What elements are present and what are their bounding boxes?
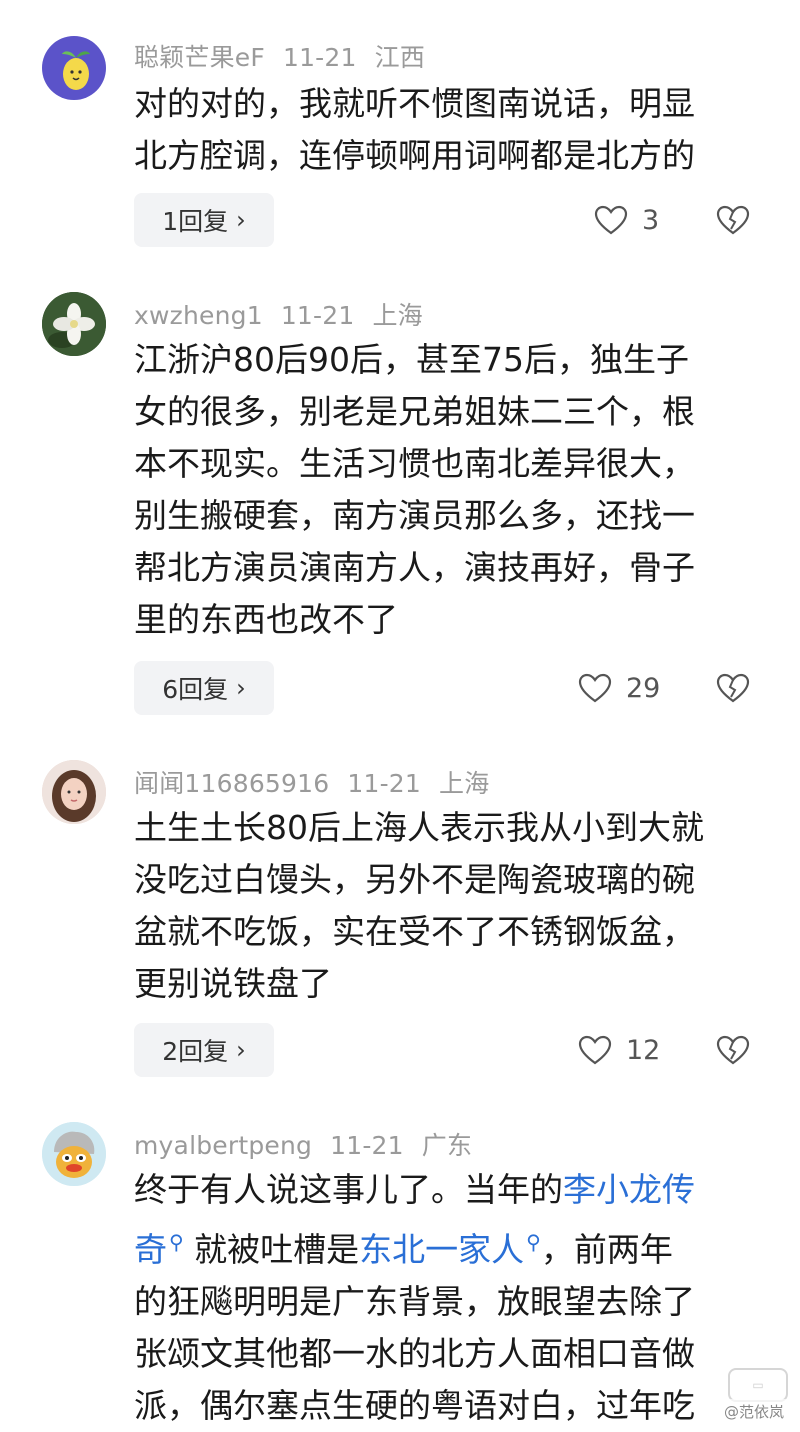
comment-line: 没吃过白馒头，另外不是陶瓷玻璃的碗 <box>134 860 695 899</box>
avatar[interactable] <box>42 292 106 356</box>
heart-icon <box>578 673 612 703</box>
comment-location: 上海 <box>372 301 423 330</box>
reply-button[interactable]: 6回复 › <box>134 661 274 715</box>
username[interactable]: myalbertpeng <box>134 1131 312 1160</box>
dislike-button[interactable] <box>716 193 750 247</box>
comment-location: 上海 <box>439 769 490 798</box>
like-button[interactable]: 29 <box>578 661 660 715</box>
reply-button[interactable]: 1回复 › <box>134 193 274 247</box>
like-count: 12 <box>626 1034 661 1066</box>
comment-line: 奇 ⚲ 就被吐槽是东北一家人 ⚲，前两年 <box>134 1216 764 1276</box>
avatar[interactable] <box>42 760 106 824</box>
username[interactable]: 聪颖芒果eF <box>134 43 265 72</box>
dislike-button[interactable] <box>716 1023 750 1077</box>
broken-heart-icon <box>716 1035 750 1065</box>
like-count: 29 <box>626 672 661 704</box>
comment-text-segment: 终于有人说这事儿了。当年的 <box>134 1170 563 1209</box>
comment-date: 11-21 <box>282 43 357 72</box>
comment-line: 对的对的，我就听不惯图南说话，明显 <box>134 84 695 123</box>
search-icon[interactable]: ⚲ <box>526 1230 541 1254</box>
heart-icon <box>594 205 628 235</box>
comment-line: 别生搬硬套，南方演员那么多，还找一 <box>134 496 695 535</box>
like-button[interactable]: 12 <box>578 1023 660 1077</box>
reply-count-label: 6回复 <box>162 675 229 704</box>
broken-heart-icon <box>716 673 750 703</box>
comment-line: 江浙沪80后90后，甚至75后，独生子 <box>134 340 689 379</box>
comment-text: 江浙沪80后90后，甚至75后，独生子 女的很多，别老是兄弟姐妹二三个，根 本不… <box>134 334 764 646</box>
heart-icon <box>578 1035 612 1065</box>
comment-meta: xwzheng1 11-21 上海 <box>134 296 441 332</box>
comment-text-segment: ，前两年 <box>540 1230 673 1269</box>
comment-date: 11-21 <box>330 1131 404 1160</box>
comment-location: 江西 <box>374 43 426 72</box>
search-link[interactable]: 李小龙传 <box>563 1170 695 1209</box>
comment-text-segment: 就被吐槽是 <box>194 1230 360 1269</box>
comment-meta: 闻闻116865916 11-21 上海 <box>134 764 507 800</box>
like-button[interactable]: 3 <box>594 193 659 247</box>
avatar[interactable] <box>42 36 106 100</box>
comment-line: 北方腔调，连停顿啊用词啊都是北方的 <box>134 136 695 175</box>
reply-button[interactable]: 2回复 › <box>134 1023 274 1077</box>
comment-location: 广东 <box>421 1131 473 1160</box>
comment-line: 女的很多，别老是兄弟姐妹二三个，根 <box>134 392 695 431</box>
comment-text: 终于有人说这事儿了。当年的李小龙传 奇 ⚲ 就被吐槽是东北一家人 ⚲，前两年 的狂飚… <box>134 1164 764 1432</box>
search-link[interactable]: 东北一家人 <box>359 1230 524 1269</box>
comment-line: 终于有人说这事儿了。当年的李小龙传 <box>134 1164 764 1216</box>
comment-meta: 聪颖芒果eF 11-21 江西 <box>134 38 443 74</box>
comment-line: 派，偶尔塞点生硬的粤语对白，过年吃 <box>134 1386 695 1425</box>
avatar[interactable] <box>42 1122 106 1186</box>
reply-count-label: 2回复 <box>162 1037 229 1066</box>
comment-date: 11-21 <box>347 769 422 798</box>
watermark-logo: ▭ <box>728 1368 788 1402</box>
chevron-right-icon: › <box>236 674 246 702</box>
chevron-right-icon: › <box>236 206 246 234</box>
dislike-button[interactable] <box>716 661 750 715</box>
chevron-right-icon: › <box>236 1036 246 1064</box>
username[interactable]: 闻闻116865916 <box>134 769 329 798</box>
comment-line: 更别说铁盘了 <box>134 964 332 1003</box>
comment-line: 的狂飚明明是广东背景，放眼望去除了 <box>134 1282 695 1321</box>
username[interactable]: xwzheng1 <box>134 301 263 330</box>
comment-text: 土生土长80后上海人表示我从小到大就 没吃过白馒头，另外不是陶瓷玻璃的碗 盆就不… <box>134 802 764 1010</box>
comment-line: 里的东西也改不了 <box>134 600 398 639</box>
comment-text: 对的对的，我就听不惯图南说话，明显 北方腔调，连停顿啊用词啊都是北方的 <box>134 78 764 182</box>
broken-heart-icon <box>716 205 750 235</box>
search-link[interactable]: 奇 <box>134 1230 167 1269</box>
comment-line: 土生土长80后上海人表示我从小到大就 <box>134 808 704 847</box>
watermark: @范依岚 <box>717 1399 790 1424</box>
comment-line: 帮北方演员演南方人，演技再好，骨子 <box>134 548 695 587</box>
search-icon[interactable]: ⚲ <box>169 1230 184 1254</box>
comment-line: 张颂文其他都一水的北方人面相口音做 <box>134 1334 695 1373</box>
reply-count-label: 1回复 <box>162 207 229 236</box>
like-count: 3 <box>642 204 660 236</box>
comment-line: 本不现实。生活习惯也南北差异很大， <box>134 444 695 483</box>
comment-date: 11-21 <box>280 301 355 330</box>
comment-line: 盆就不吃饭，实在受不了不锈钢饭盆， <box>134 912 695 951</box>
comment-meta: myalbertpeng 11-21 广东 <box>134 1126 490 1162</box>
